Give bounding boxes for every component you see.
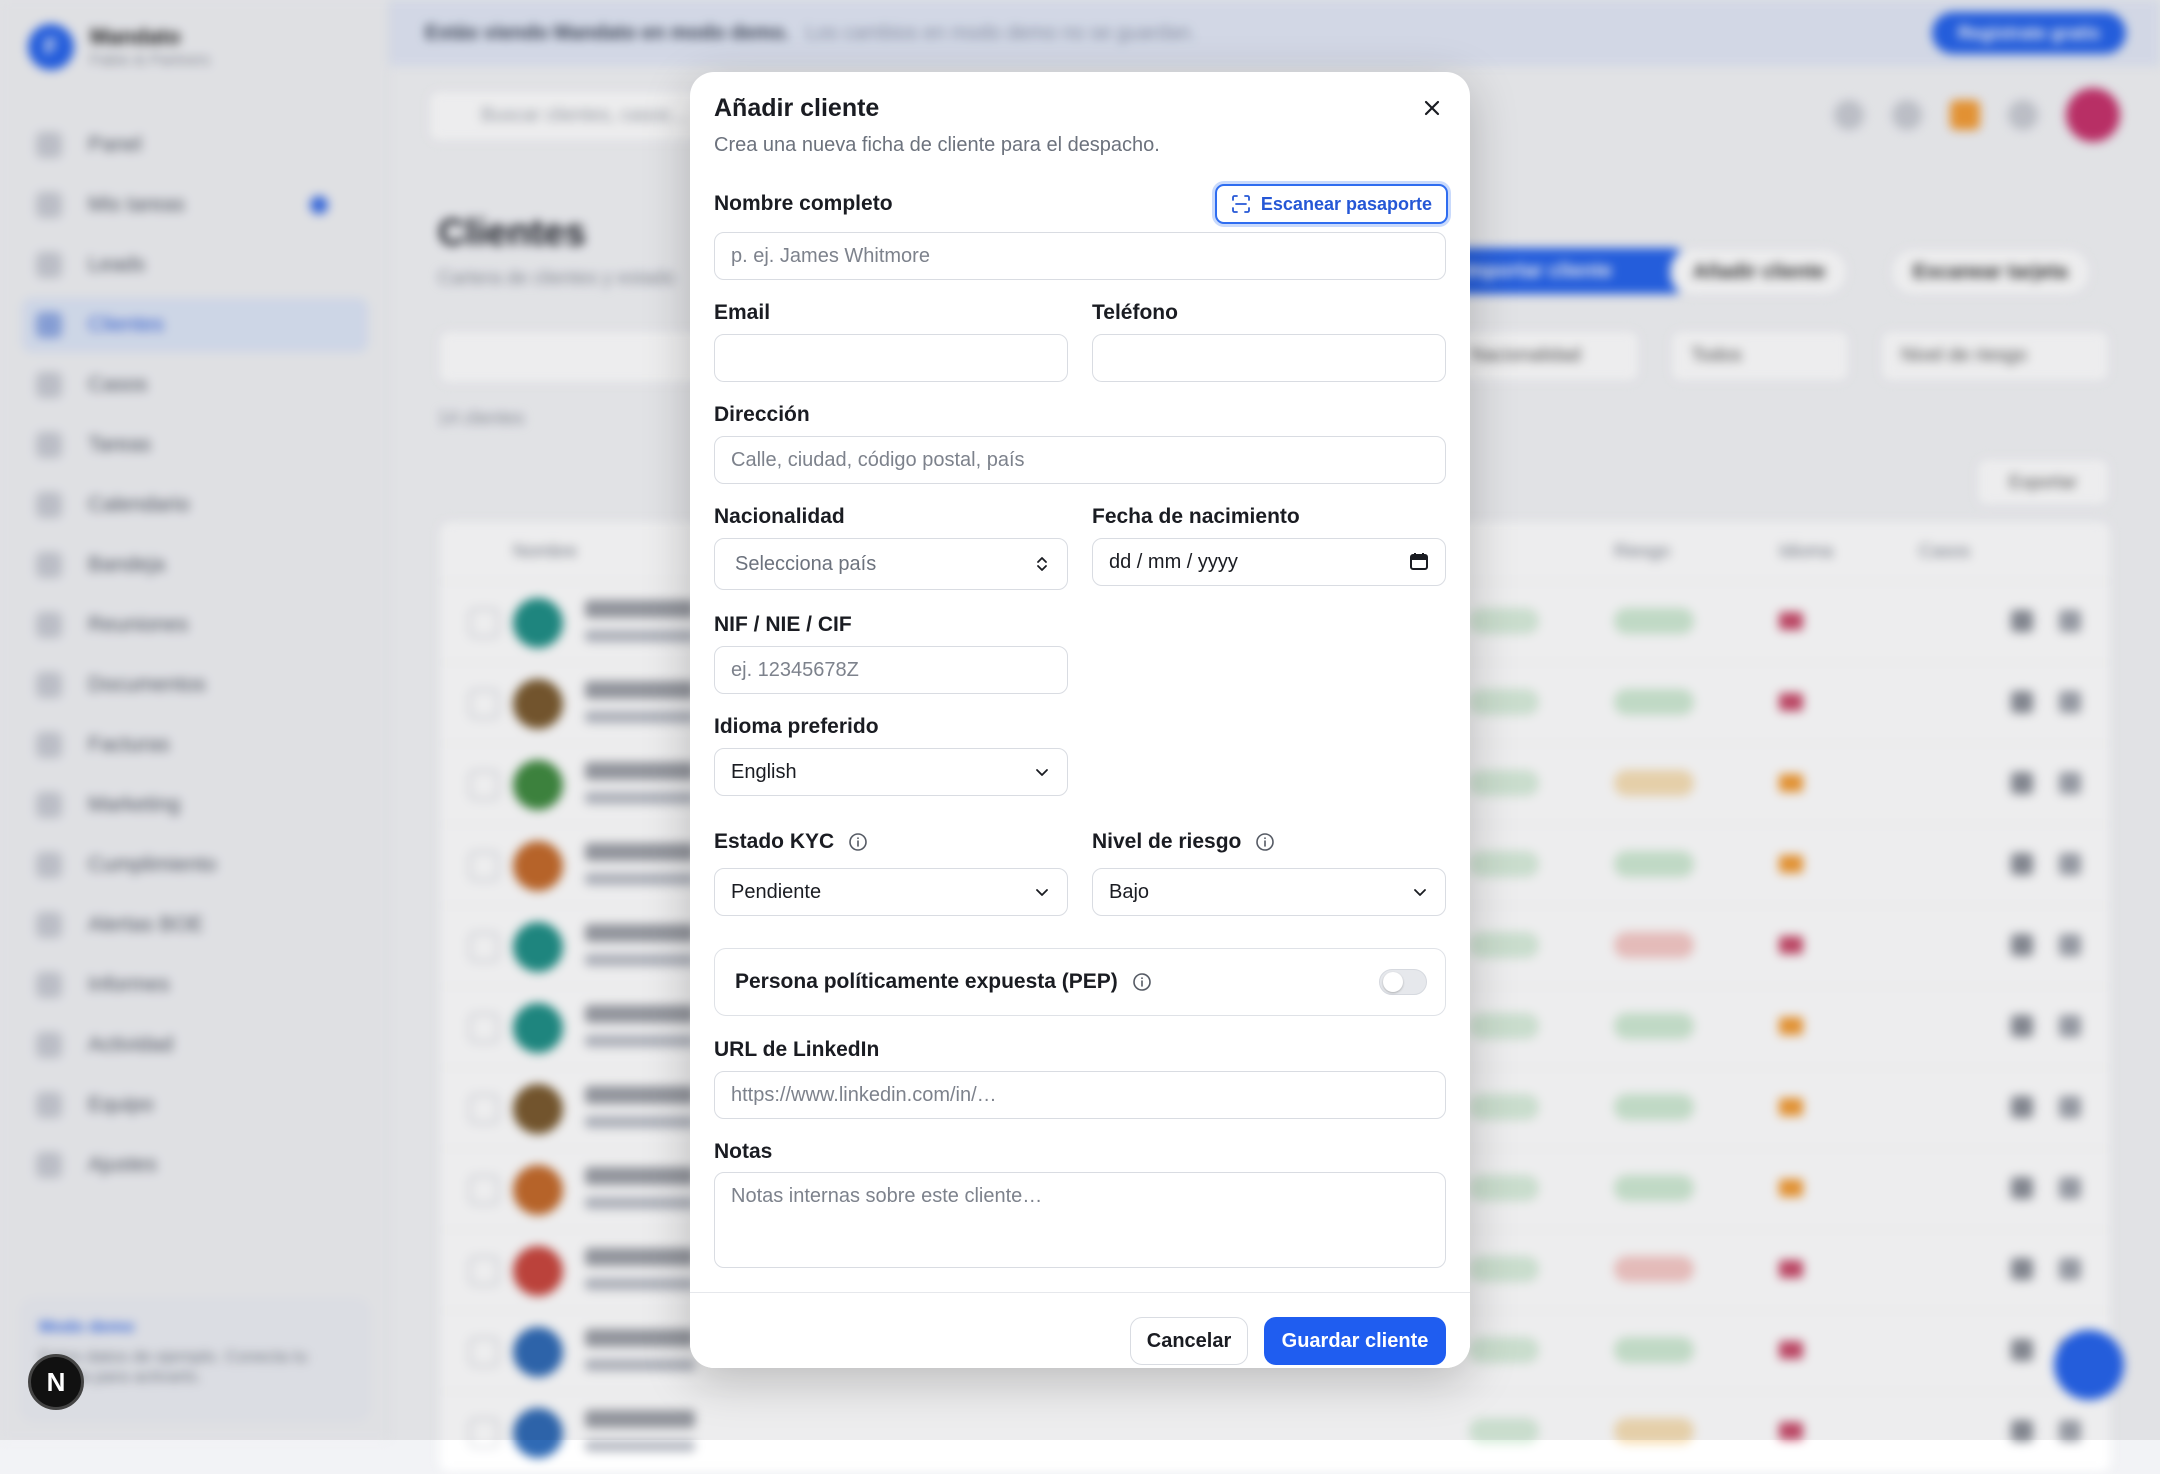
pep-label-text: Persona políticamente expuesta (PEP)	[735, 970, 1118, 993]
tax-id-input[interactable]	[714, 646, 1068, 694]
address-input[interactable]	[714, 436, 1446, 484]
risk-select[interactable]: Bajo	[1092, 868, 1446, 916]
scan-icon	[1232, 195, 1250, 213]
risk-label-text: Nivel de riesgo	[1092, 830, 1242, 853]
updown-chevron-icon	[1037, 557, 1047, 571]
notes-textarea[interactable]	[714, 1172, 1446, 1268]
add-client-dialog: Añadir cliente Crea una nueva ficha de c…	[690, 72, 1470, 1368]
email-input[interactable]	[714, 334, 1068, 382]
phone-input[interactable]	[1092, 334, 1446, 382]
scan-passport-label: Escanear pasaporte	[1260, 193, 1432, 214]
linkedin-label: URL de LinkedIn	[714, 1038, 880, 1061]
close-button[interactable]	[1416, 92, 1448, 124]
calendar-icon[interactable]	[1409, 551, 1429, 571]
risk-value: Bajo	[1109, 880, 1150, 903]
kyc-label-text: Estado KYC	[714, 830, 835, 853]
chevron-down-icon	[1036, 889, 1048, 896]
next-badge[interactable]: N	[28, 1354, 84, 1410]
dialog-description: Crea una nueva ficha de cliente para el …	[714, 134, 1160, 156]
cancel-button[interactable]: Cancelar	[1130, 1317, 1248, 1365]
tax-id-label: NIF / NIE / CIF	[714, 613, 852, 636]
kyc-select[interactable]: Pendiente	[714, 868, 1068, 916]
birthdate-value: dd / mm / yyyy	[1109, 550, 1238, 573]
nationality-value: Selecciona país	[735, 552, 877, 575]
full-name-input[interactable]	[714, 232, 1446, 280]
dialog-title: Añadir cliente	[714, 94, 880, 122]
notes-label: Notas	[714, 1140, 773, 1163]
birthdate-input[interactable]: dd / mm / yyyy	[1092, 538, 1446, 586]
toggle-knob	[1383, 972, 1403, 992]
client-email	[585, 1440, 695, 1452]
linkedin-input[interactable]	[714, 1071, 1446, 1119]
pep-row: Persona políticamente expuesta (PEP)	[714, 948, 1446, 1016]
risk-label: Nivel de riesgo	[1092, 830, 1275, 854]
birthdate-label: Fecha de nacimiento	[1092, 505, 1300, 528]
nationality-select[interactable]: Selecciona país	[714, 538, 1068, 590]
kyc-label: Estado KYC	[714, 830, 868, 854]
nationality-label: Nacionalidad	[714, 505, 845, 528]
email-label: Email	[714, 301, 771, 324]
info-icon[interactable]	[1132, 972, 1152, 992]
phone-label: Teléfono	[1092, 301, 1178, 324]
info-icon[interactable]	[848, 832, 868, 852]
language-label: Idioma preferido	[714, 715, 879, 738]
scan-passport-button[interactable]: Escanear pasaporte	[1214, 184, 1448, 224]
close-icon	[1424, 100, 1440, 116]
save-client-button[interactable]: Guardar cliente	[1264, 1317, 1446, 1365]
language-select[interactable]: English	[714, 748, 1068, 796]
chevron-down-icon	[1414, 889, 1426, 896]
address-label: Dirección	[714, 403, 810, 426]
full-name-label: Nombre completo	[714, 192, 893, 215]
language-value: English	[731, 760, 797, 783]
pep-label: Persona políticamente expuesta (PEP)	[735, 970, 1152, 994]
chevron-down-icon	[1036, 769, 1048, 776]
pep-toggle[interactable]	[1379, 969, 1427, 995]
kyc-value: Pendiente	[731, 880, 822, 903]
info-icon[interactable]	[1255, 832, 1275, 852]
